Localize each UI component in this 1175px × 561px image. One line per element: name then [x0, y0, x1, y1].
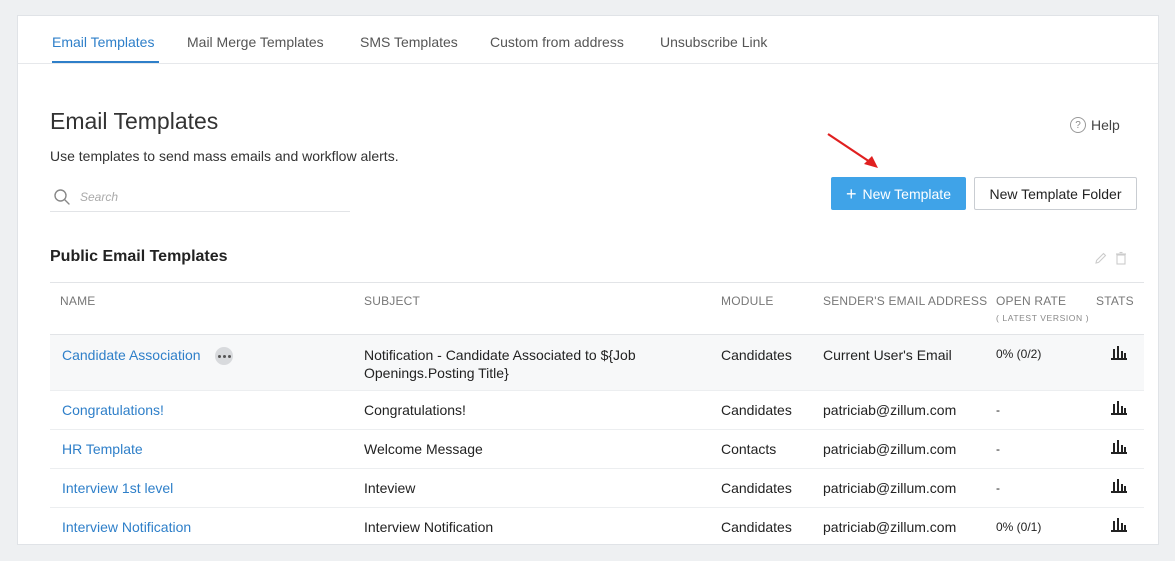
- table-row[interactable]: Candidate Association Notification - Can…: [50, 335, 1144, 391]
- column-header-name[interactable]: NAME: [60, 294, 95, 308]
- tab-unsubscribe-link[interactable]: Unsubscribe Link: [660, 34, 767, 50]
- bar-chart-icon[interactable]: [1111, 479, 1127, 493]
- template-open-rate: 0% (0/2): [996, 347, 1042, 361]
- tab-email-templates[interactable]: Email Templates: [52, 34, 154, 50]
- table-header: NAME SUBJECT MODULE SENDER'S EMAIL ADDRE…: [50, 282, 1144, 335]
- new-template-folder-button[interactable]: New Template Folder: [974, 177, 1137, 210]
- help-label: Help: [1091, 117, 1120, 133]
- column-header-stats: STATS: [1096, 294, 1134, 308]
- section-title: Public Email Templates: [50, 248, 228, 265]
- template-sender: patriciab@zillum.com: [823, 441, 957, 457]
- table-row[interactable]: Interview 1st level Inteview Candidates …: [50, 469, 1144, 508]
- tab-custom-from-address[interactable]: Custom from address: [490, 34, 624, 50]
- template-module: Candidates: [721, 480, 792, 496]
- search-icon: [54, 188, 70, 205]
- template-subject: Notification - Candidate Associated to $…: [364, 347, 636, 381]
- red-arrow-icon: [827, 133, 878, 168]
- template-module: Contacts: [721, 441, 777, 457]
- search-input[interactable]: [80, 189, 320, 204]
- template-open-rate: 0% (0/1): [996, 520, 1042, 534]
- table-row[interactable]: Interview Notification Interview Notific…: [50, 508, 1144, 544]
- template-name-link[interactable]: Congratulations!: [62, 402, 164, 418]
- help-icon: ?: [1070, 117, 1086, 133]
- template-name-link[interactable]: Interview Notification: [62, 519, 191, 535]
- pencil-icon[interactable]: [1094, 251, 1108, 265]
- active-tab-indicator: [52, 61, 159, 63]
- template-module: Candidates: [721, 519, 792, 535]
- new-template-button[interactable]: + New Template: [831, 177, 966, 210]
- bar-chart-icon[interactable]: [1111, 518, 1127, 532]
- tab-bar: Email Templates Mail Merge Templates SMS…: [18, 16, 1158, 64]
- template-sender: patriciab@zillum.com: [823, 402, 957, 418]
- bar-chart-icon[interactable]: [1111, 440, 1127, 454]
- trash-icon[interactable]: [1114, 251, 1128, 265]
- page-description: Use templates to send mass emails and wo…: [50, 148, 399, 164]
- template-module: Candidates: [721, 347, 792, 363]
- column-header-open-rate-sub: ( LATEST VERSION ): [996, 313, 1090, 323]
- template-open-rate: -: [996, 442, 1000, 456]
- search-bar: [50, 182, 350, 212]
- template-subject: Interview Notification: [364, 519, 494, 535]
- bar-chart-icon[interactable]: [1111, 346, 1127, 360]
- column-header-sender[interactable]: SENDER'S EMAIL ADDRESS: [823, 294, 987, 308]
- template-sender: Current User's Email: [823, 347, 952, 363]
- page-title: Email Templates: [50, 108, 219, 134]
- table-row[interactable]: HR Template Welcome Message Contacts pat…: [50, 430, 1144, 469]
- column-header-subject[interactable]: SUBJECT: [364, 294, 420, 308]
- new-template-label: New Template: [862, 185, 951, 202]
- template-sender: patriciab@zillum.com: [823, 519, 957, 535]
- template-sender: patriciab@zillum.com: [823, 480, 957, 496]
- plus-icon: +: [846, 183, 857, 204]
- templates-table: NAME SUBJECT MODULE SENDER'S EMAIL ADDRE…: [50, 282, 1144, 544]
- template-module: Candidates: [721, 402, 792, 418]
- templates-panel: Email Templates Mail Merge Templates SMS…: [17, 15, 1159, 545]
- section-tools: [1094, 251, 1128, 265]
- bar-chart-icon[interactable]: [1111, 401, 1127, 415]
- template-subject: Inteview: [364, 480, 416, 496]
- more-options-icon[interactable]: [215, 347, 233, 365]
- template-name-link[interactable]: Candidate Association: [62, 347, 201, 363]
- template-open-rate: -: [996, 403, 1000, 417]
- template-name-link[interactable]: HR Template: [62, 441, 143, 457]
- help-link[interactable]: ? Help: [1070, 117, 1120, 133]
- template-name-link[interactable]: Interview 1st level: [62, 480, 173, 496]
- template-open-rate: -: [996, 481, 1000, 495]
- table-row[interactable]: Congratulations! Congratulations! Candid…: [50, 391, 1144, 430]
- template-subject: Congratulations!: [364, 402, 466, 418]
- column-header-module[interactable]: MODULE: [721, 294, 774, 308]
- tab-sms-templates[interactable]: SMS Templates: [360, 34, 458, 50]
- column-header-open-rate[interactable]: OPEN RATE: [996, 294, 1066, 308]
- tab-mail-merge-templates[interactable]: Mail Merge Templates: [187, 34, 324, 50]
- template-subject: Welcome Message: [364, 441, 483, 457]
